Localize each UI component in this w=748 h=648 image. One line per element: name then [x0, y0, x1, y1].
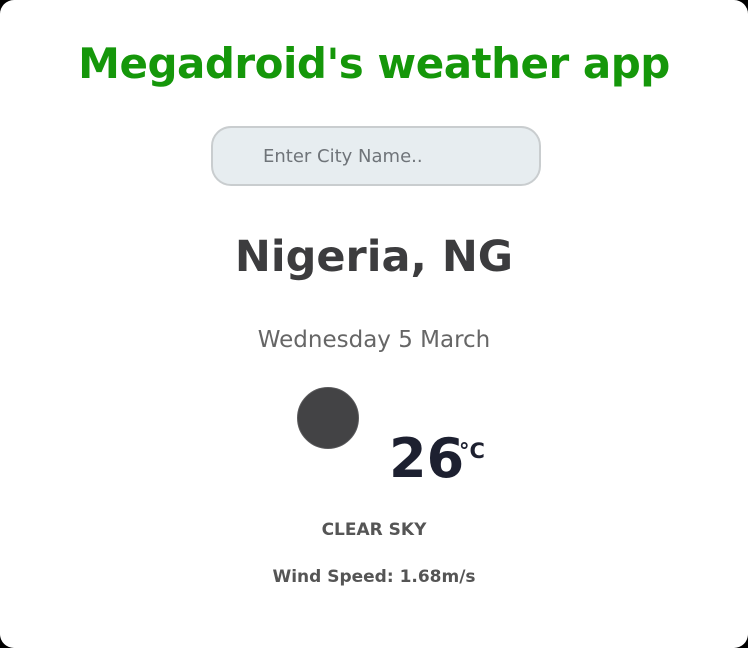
city-search-input[interactable]: [263, 138, 523, 174]
temperature-value: 26: [389, 427, 465, 490]
app-title: Megadroid's weather app: [78, 39, 670, 88]
weather-description: CLEAR SKY: [321, 520, 427, 540]
weather-condition-icon: [297, 387, 359, 449]
current-date: Wednesday 5 March: [257, 327, 491, 353]
location-name: Nigeria, NG: [234, 232, 514, 282]
temperature-unit: °C: [459, 439, 485, 463]
weather-card: Megadroid's weather app Nigeria, NG Wedn…: [0, 0, 748, 648]
wind-speed: Wind Speed: 1.68m/s: [272, 567, 476, 587]
search-box[interactable]: [211, 126, 541, 186]
